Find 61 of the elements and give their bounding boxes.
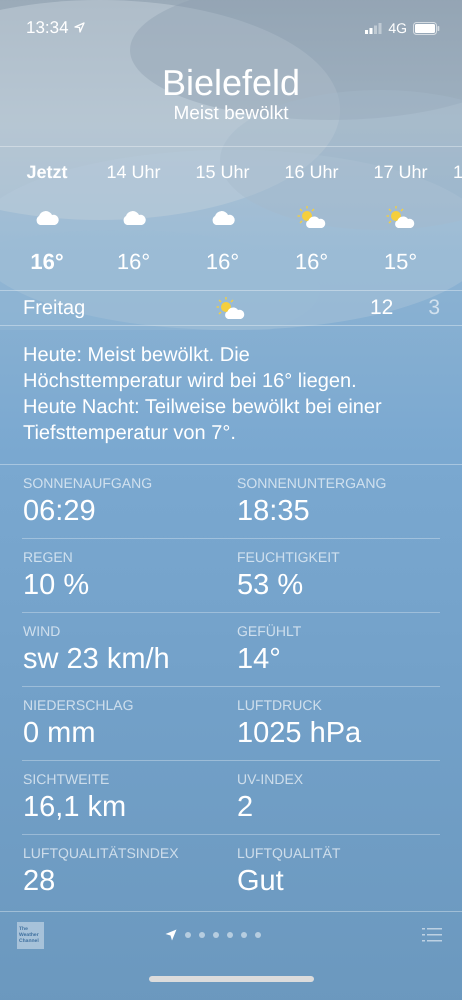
sun-cloud-icon	[296, 205, 326, 229]
page-dot[interactable]	[241, 932, 247, 938]
battery-icon	[413, 22, 440, 34]
detail-label: GEFÜHLT	[237, 623, 302, 640]
home-indicator[interactable]	[148, 976, 314, 982]
low-temperature: 3	[428, 296, 440, 320]
detail-label: LUFTDRUCK	[237, 697, 323, 714]
city-name: Bielefeld	[162, 62, 300, 104]
detail-label: REGEN	[23, 549, 74, 566]
detail-value: 14°	[237, 643, 282, 676]
detail-label: WIND	[23, 623, 62, 640]
page-dot[interactable]	[227, 932, 233, 938]
detail-value: Gut	[237, 865, 285, 898]
hour-temperature: 16°	[30, 249, 64, 274]
hour-label: Jetzt	[26, 162, 68, 182]
cloud-icon	[210, 208, 236, 226]
detail-value: 10 %	[23, 569, 90, 602]
location-page-icon[interactable]	[165, 929, 177, 941]
forecast-summary: Heute: Meist bewölkt. Die Höchsttemperatur wird bei 16° liegen. Heute Nacht: Teilweise bewölkt bei einer Tiefsttemperatur von 7°.	[22, 343, 383, 446]
detail-label: UV-INDEX	[237, 771, 304, 788]
signal-icon	[365, 22, 382, 34]
page-dot[interactable]	[255, 932, 261, 938]
detail-value: 2	[237, 791, 254, 824]
detail-label: SONNENUNTERGANG	[237, 475, 388, 492]
day-name: Freitag	[23, 296, 86, 320]
detail-value: 28	[23, 865, 56, 898]
high-temperature: 12	[370, 296, 394, 320]
detail-label: SICHTWEITE	[23, 771, 110, 788]
cloud-icon	[34, 208, 60, 226]
detail-label: LUFTQUALITÄTSINDEX	[23, 845, 180, 862]
detail-label: NIEDERSCHLAG	[23, 697, 134, 714]
page-dot[interactable]	[199, 932, 205, 938]
hour-temperature: 16°	[294, 249, 328, 274]
hour-label: 15 Uhr	[195, 162, 250, 182]
detail-label: FEUCHTIGKEIT	[237, 549, 341, 566]
detail-label: LUFTQUALITÄT	[237, 845, 342, 862]
detail-value: 0 mm	[23, 717, 96, 750]
list-icon[interactable]	[422, 928, 442, 942]
hour-label: 16 Uhr	[284, 162, 339, 182]
detail-value: 53 %	[237, 569, 304, 602]
cloud-icon	[120, 208, 146, 226]
hour-label: 17 Uhr	[373, 162, 428, 182]
hour-temperature: 15°	[384, 249, 418, 274]
page-dot[interactable]	[185, 932, 191, 938]
detail-value: sw 23 km/h	[23, 643, 171, 676]
detail-value: 06:29	[23, 495, 97, 528]
detail-value: 1025 hPa	[237, 717, 362, 750]
page-dot[interactable]	[213, 932, 219, 938]
hour-temperature: 16°	[116, 249, 150, 274]
hour-temperature: 16°	[206, 249, 240, 274]
status-time: 13:34	[26, 18, 69, 38]
sun-cloud-icon	[386, 205, 416, 229]
detail-value: 16,1 km	[23, 791, 128, 824]
weather-condition: Meist bewölkt	[173, 103, 289, 126]
hour-label: 14 Uhr	[106, 162, 161, 182]
detail-label: SONNENAUFGANG	[23, 475, 154, 492]
location-arrow-icon	[74, 22, 85, 34]
detail-value: 18:35	[237, 495, 311, 528]
network-label: 4G	[388, 20, 407, 36]
sun-cloud-icon	[216, 296, 246, 320]
hour-label: 1	[453, 162, 462, 182]
